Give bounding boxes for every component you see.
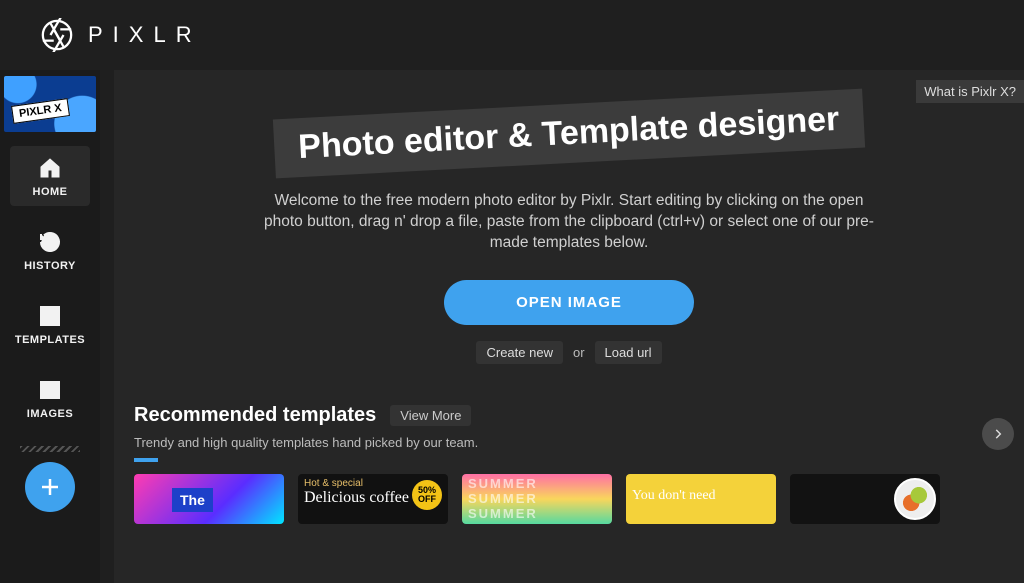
or-text: or (573, 345, 585, 360)
section-title: Recommended templates (134, 404, 376, 427)
sidebar-item-images[interactable]: IMAGES (10, 368, 90, 428)
template-card[interactable]: You don't need (626, 474, 776, 524)
app-header: PIXLR (0, 0, 1024, 70)
template-word: SUMMER (468, 476, 606, 491)
sidebar-item-history[interactable]: HISTORY (10, 220, 90, 280)
images-icon (38, 378, 62, 402)
sidebar-item-label: HISTORY (24, 260, 76, 272)
sidebar-item-templates[interactable]: TEMPLATES (10, 294, 90, 354)
food-plate-graphic (894, 478, 936, 520)
template-card[interactable]: The (134, 474, 284, 524)
hero-section: What is Pixlr X? Photo editor & Template… (114, 70, 1024, 394)
recommended-section: Recommended templates View More Trendy a… (114, 394, 1024, 524)
headline-wrap: Photo editor & Template designer (273, 89, 865, 179)
workspace-thumb[interactable]: PIXLR X (4, 76, 96, 132)
view-more-button[interactable]: View More (390, 405, 471, 426)
main-panel: What is Pixlr X? Photo editor & Template… (114, 70, 1024, 583)
open-image-button[interactable]: OPEN IMAGE (444, 280, 694, 325)
chevron-right-icon (991, 427, 1005, 441)
templates-icon (38, 304, 62, 328)
template-word: SUMMER (468, 506, 606, 521)
aperture-icon (40, 18, 74, 52)
home-icon (38, 156, 62, 180)
template-card[interactable]: Hot & special Delicious coffee 50%OFF (298, 474, 448, 524)
help-link[interactable]: What is Pixlr X? (916, 80, 1024, 103)
sidebar-item-label: IMAGES (27, 408, 73, 420)
sidebar-item-label: TEMPLATES (15, 334, 85, 346)
template-card[interactable] (790, 474, 940, 524)
section-subtitle: Trendy and high quality templates hand p… (134, 435, 1004, 450)
template-text: You don't need (632, 488, 770, 504)
plus-icon (38, 475, 62, 499)
page-headline: Photo editor & Template designer (273, 89, 865, 179)
history-icon (38, 230, 62, 254)
template-row: The Hot & special Delicious coffee 50%OF… (134, 474, 1004, 524)
load-url-button[interactable]: Load url (595, 341, 662, 364)
template-card[interactable]: SUMMER SUMMER SUMMER (462, 474, 612, 524)
welcome-text: Welcome to the free modern photo editor … (259, 191, 879, 254)
sidebar-item-home[interactable]: HOME (10, 146, 90, 206)
discount-badge: 50%OFF (412, 480, 442, 510)
sidebar-divider (20, 446, 80, 452)
sidebar-item-label: HOME (33, 186, 68, 198)
scroll-next-button[interactable] (982, 418, 1014, 450)
accent-bar (134, 458, 158, 462)
brand-logo: PIXLR (40, 18, 202, 52)
sidebar: PIXLR X HOME HISTORY TEMPLATES IMAGES (0, 70, 100, 583)
create-new-button[interactable]: Create new (476, 341, 562, 364)
brand-name: PIXLR (88, 22, 202, 48)
template-label: The (172, 488, 213, 512)
sub-actions: Create new or Load url (154, 341, 984, 364)
template-word: SUMMER (468, 491, 606, 506)
workspace-tag: PIXLR X (11, 98, 70, 124)
add-button[interactable] (25, 462, 75, 512)
